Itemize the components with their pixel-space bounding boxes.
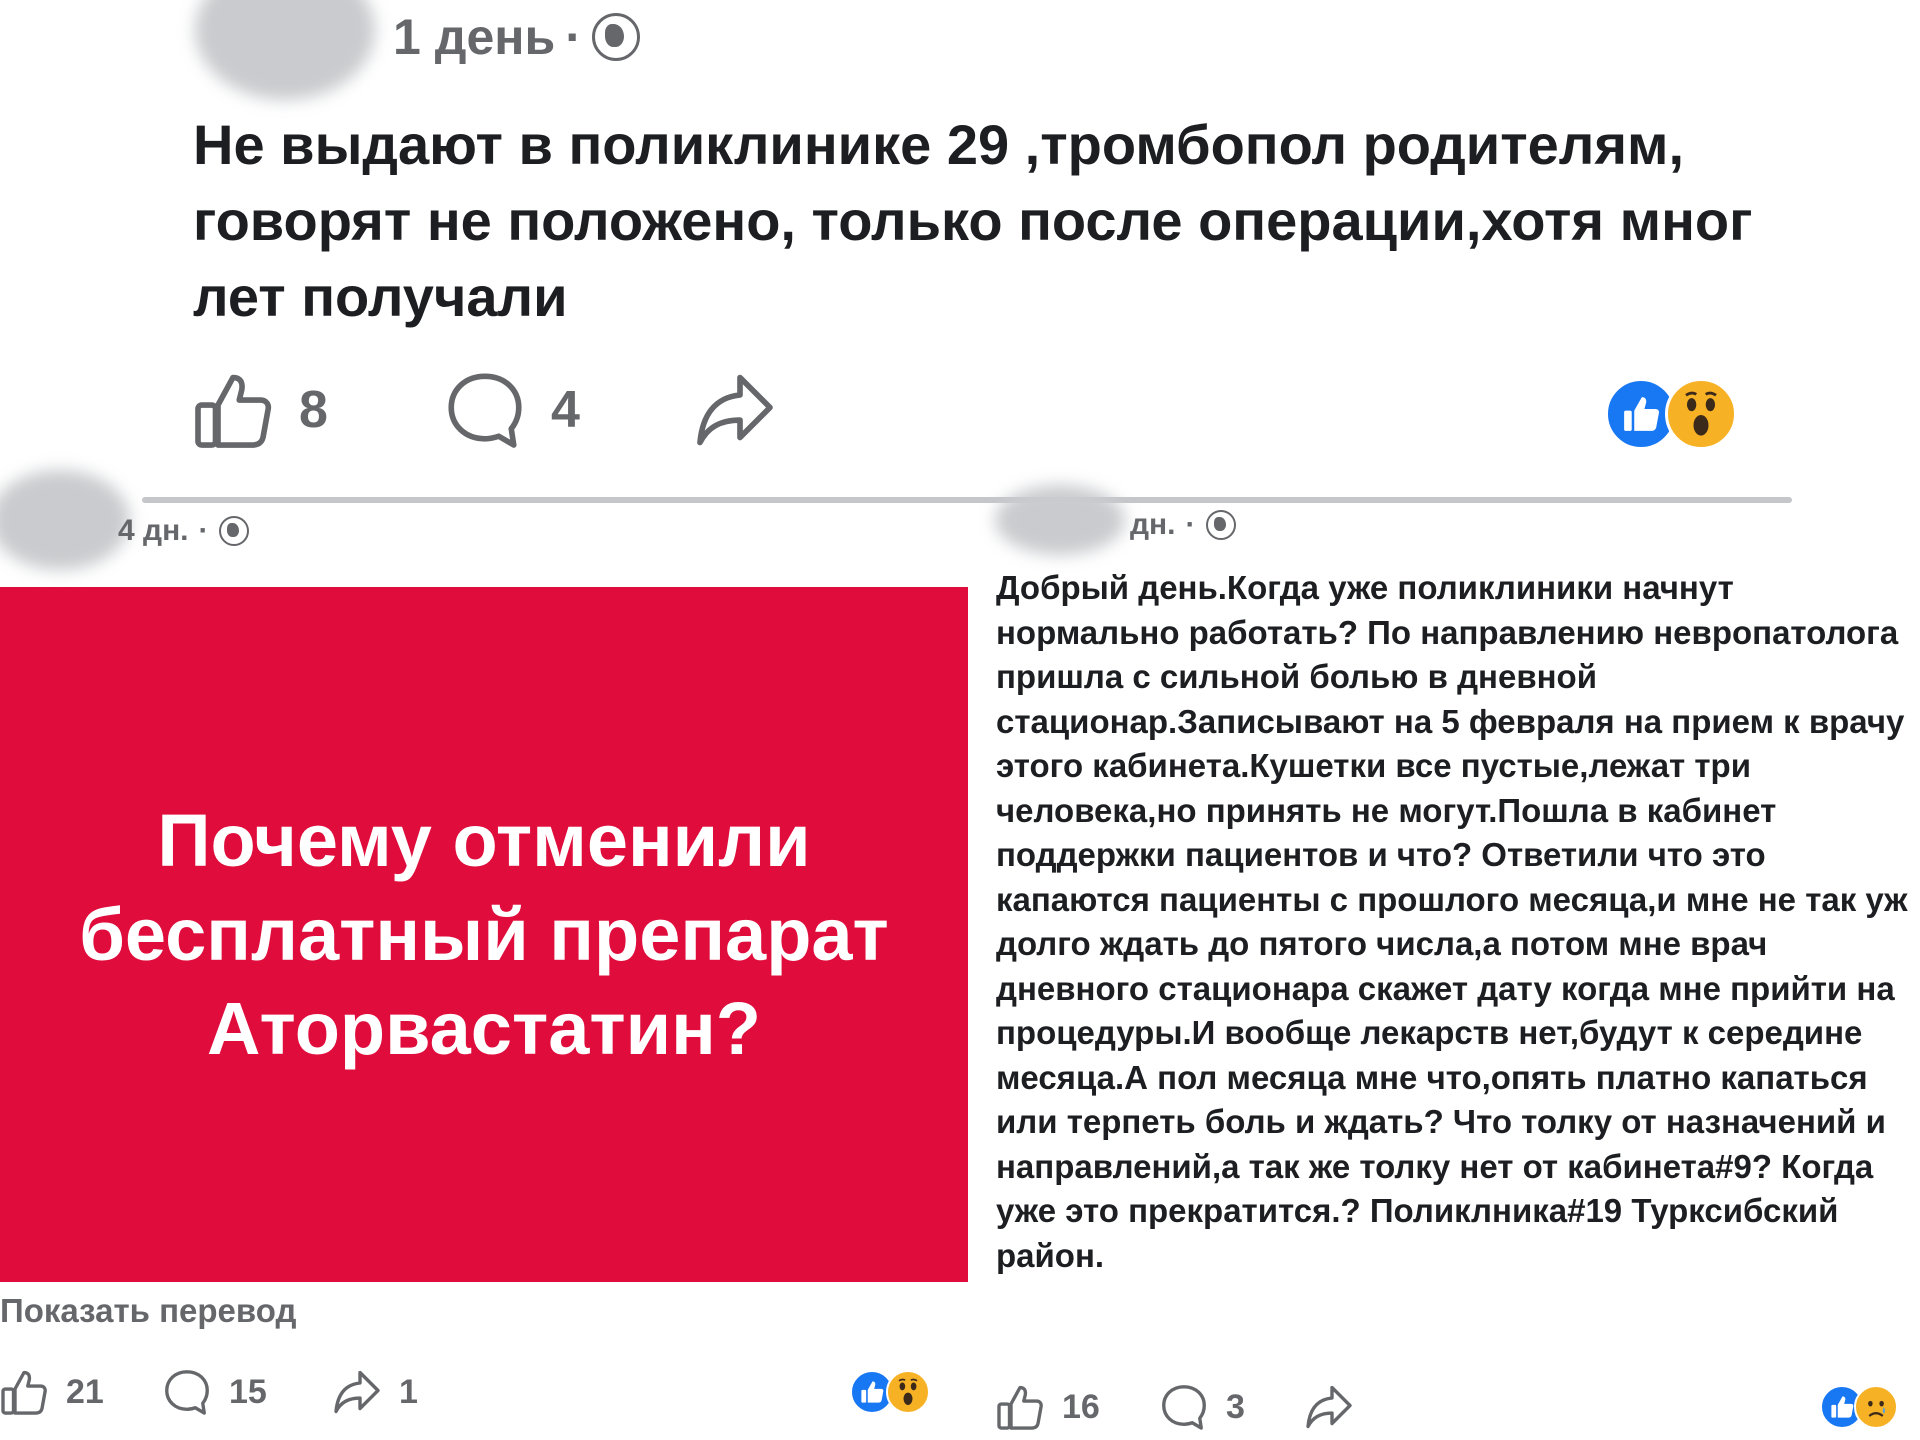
thumbs-up-icon <box>193 370 273 450</box>
show-translation-link[interactable]: Показать перевод <box>0 1292 296 1330</box>
comment-count: 4 <box>551 381 580 439</box>
comment-bubble-icon <box>1160 1383 1208 1431</box>
share-arrow-icon <box>1305 1383 1353 1431</box>
avatar[interactable] <box>195 0 375 100</box>
post-image[interactable]: Почему отменили бесплатный препарат Атор… <box>0 587 968 1282</box>
share-count: 1 <box>399 1372 418 1411</box>
meta-separator: · <box>1185 508 1196 541</box>
post-text: Добрый день.Когда уже поликлиники начнут… <box>996 569 1908 1274</box>
comment-button[interactable]: 4 <box>445 370 580 450</box>
post-meta: дн. · <box>1130 508 1236 542</box>
globe-icon <box>1205 510 1236 540</box>
wow-reaction-icon <box>886 1370 930 1414</box>
divider <box>142 497 1792 503</box>
image-caption: Почему отменили бесплатный препарат Атор… <box>79 798 889 1070</box>
reactions-summary[interactable] <box>1605 378 1737 450</box>
reactions-summary[interactable] <box>850 1370 930 1414</box>
share-button[interactable] <box>695 370 775 450</box>
avatar[interactable] <box>995 485 1125 555</box>
like-button[interactable]: 16 <box>996 1383 1100 1431</box>
comment-button[interactable]: 15 <box>163 1368 267 1416</box>
share-button[interactable] <box>1305 1383 1353 1431</box>
share-button[interactable]: 1 <box>333 1368 418 1416</box>
post-meta: 4 дн. · <box>118 514 249 548</box>
like-count: 16 <box>1062 1387 1100 1426</box>
meta-separator: · <box>198 514 209 547</box>
comment-bubble-icon <box>445 370 525 450</box>
post-time[interactable]: 4 дн. <box>118 514 189 548</box>
globe-icon <box>591 13 640 61</box>
wow-reaction-icon <box>1665 378 1737 450</box>
like-count: 21 <box>66 1372 104 1411</box>
share-arrow-icon <box>333 1368 381 1416</box>
reactions-summary[interactable] <box>1820 1385 1898 1429</box>
globe-icon <box>218 516 249 546</box>
post-time[interactable]: 1 день <box>393 8 555 66</box>
thumbs-up-icon <box>996 1383 1044 1431</box>
post-time[interactable]: дн. <box>1130 508 1176 542</box>
thumbs-up-icon <box>0 1368 48 1416</box>
avatar[interactable] <box>0 470 130 570</box>
comment-count: 15 <box>229 1372 267 1411</box>
post-meta: 1 день · <box>393 8 640 66</box>
sad-reaction-icon <box>1854 1385 1898 1429</box>
like-button[interactable]: 8 <box>193 370 328 450</box>
comment-bubble-icon <box>163 1368 211 1416</box>
meta-separator: · <box>565 9 582 65</box>
comment-count: 3 <box>1226 1387 1245 1426</box>
post-text: Не выдают в поликлинике 29 ,тромбопол ро… <box>193 113 1753 328</box>
share-arrow-icon <box>695 370 775 450</box>
comment-button[interactable]: 3 <box>1160 1383 1245 1431</box>
like-button[interactable]: 21 <box>0 1368 104 1416</box>
like-count: 8 <box>299 381 328 439</box>
